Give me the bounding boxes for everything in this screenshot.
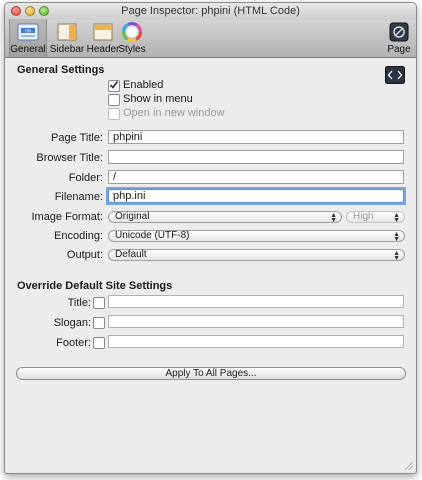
tab-general-label: General xyxy=(10,44,46,55)
popup-arrows-icon: ▲ ▼ xyxy=(393,250,400,262)
encoding-popup[interactable]: Unicode (UTF-8) ▲ ▼ xyxy=(108,230,405,243)
general-settings-heading: General Settings xyxy=(17,64,105,76)
enabled-checkbox[interactable] xyxy=(108,80,120,92)
browser-title-field[interactable] xyxy=(108,150,404,164)
open-in-new-window-checkbox[interactable] xyxy=(108,108,120,120)
override-title-label: Title: xyxy=(67,297,91,309)
filename-field[interactable]: php.ini xyxy=(108,189,404,203)
override-footer-field[interactable] xyxy=(108,335,404,348)
inspector-content: General Settings Enabled Show in menu Op… xyxy=(5,58,416,473)
output-value: Default xyxy=(115,249,147,260)
popup-arrows-icon: ▲ ▼ xyxy=(330,212,337,224)
encoding-label: Encoding: xyxy=(54,230,103,242)
open-in-new-window-label: Open in new window xyxy=(123,107,225,119)
override-slogan-checkbox[interactable] xyxy=(93,317,105,329)
inspector-window: Page Inspector: phpini (HTML Code) ON Ge… xyxy=(4,2,417,474)
folder-label: Folder: xyxy=(68,172,103,184)
image-format-popup[interactable]: Original ▲ ▼ xyxy=(108,211,342,224)
image-quality-popup[interactable]: High ▲ ▼ xyxy=(346,211,405,224)
override-footer-checkbox[interactable] xyxy=(93,337,105,349)
tab-styles-label: Styles xyxy=(118,44,146,55)
tab-header[interactable]: Header xyxy=(86,19,120,57)
image-quality-value: High xyxy=(353,211,374,222)
tab-styles[interactable]: Styles xyxy=(118,19,146,57)
toolbar: ON General Sidebar Header Styles Page xyxy=(5,19,416,58)
page-title-field[interactable]: phpini xyxy=(108,130,404,144)
browser-title-label: Browser Title: xyxy=(36,152,103,164)
tab-sidebar[interactable]: Sidebar xyxy=(48,19,86,57)
general-icon: ON xyxy=(17,23,39,41)
tab-header-label: Header xyxy=(86,44,120,55)
tab-general[interactable]: ON General xyxy=(9,19,47,57)
override-slogan-field[interactable] xyxy=(108,315,404,328)
image-format-label: Image Format: xyxy=(31,211,103,223)
header-icon xyxy=(93,23,113,41)
output-popup[interactable]: Default ▲ ▼ xyxy=(108,249,405,262)
title-bar[interactable]: Page Inspector: phpini (HTML Code) xyxy=(5,3,416,19)
resize-grip-icon[interactable] xyxy=(405,462,413,470)
image-format-value: Original xyxy=(115,211,150,222)
svg-text:ON: ON xyxy=(25,28,31,33)
apply-to-all-pages-button[interactable]: Apply To All Pages... xyxy=(16,367,406,380)
popup-arrows-icon: ▲ ▼ xyxy=(393,212,400,224)
show-in-menu-label: Show in menu xyxy=(123,93,193,105)
tab-sidebar-label: Sidebar xyxy=(49,44,85,55)
sidebar-icon xyxy=(57,23,77,41)
page-icon xyxy=(389,22,409,42)
folder-field[interactable]: / xyxy=(108,170,404,184)
window-title: Page Inspector: phpini (HTML Code) xyxy=(121,5,300,17)
override-title-checkbox[interactable] xyxy=(93,297,105,309)
styles-color-wheel-icon xyxy=(122,22,142,42)
html-code-icon xyxy=(385,66,405,84)
tab-page-label: Page xyxy=(387,44,411,55)
output-label: Output: xyxy=(66,249,103,261)
encoding-value: Unicode (UTF-8) xyxy=(115,230,190,241)
override-footer-label: Footer: xyxy=(56,337,91,349)
override-settings-heading: Override Default Site Settings xyxy=(17,280,173,292)
popup-arrows-icon: ▲ ▼ xyxy=(393,231,400,243)
checkmark-icon xyxy=(109,81,119,89)
override-title-field[interactable] xyxy=(108,295,404,308)
tab-page[interactable]: Page xyxy=(386,19,412,57)
page-title-label: Page Title: xyxy=(51,132,103,144)
enabled-label: Enabled xyxy=(123,79,164,91)
show-in-menu-checkbox[interactable] xyxy=(108,94,120,106)
filename-label: Filename: xyxy=(54,191,103,203)
override-slogan-label: Slogan: xyxy=(53,317,91,329)
